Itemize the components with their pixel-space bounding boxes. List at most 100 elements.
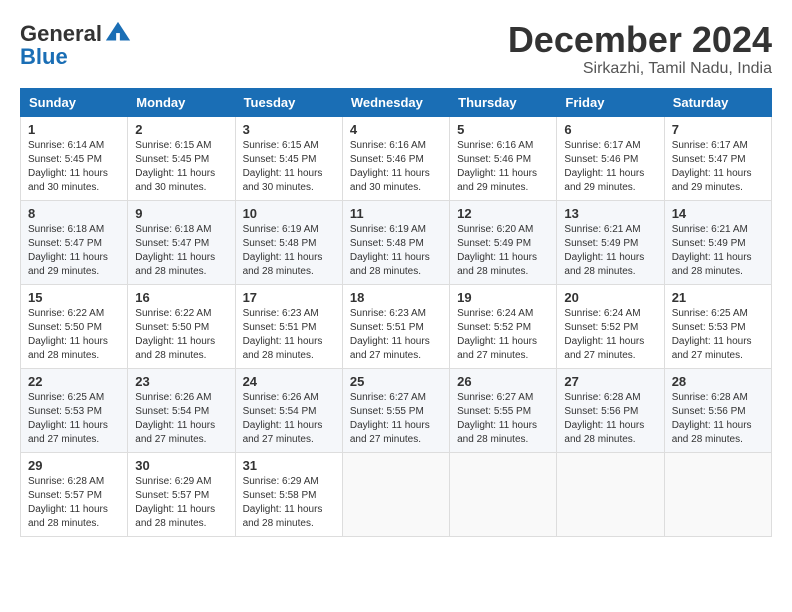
- day-number: 23: [135, 374, 227, 389]
- day-info: Sunrise: 6:19 AM Sunset: 5:48 PM Dayligh…: [243, 223, 335, 279]
- calendar-cell: 30 Sunrise: 6:29 AM Sunset: 5:57 PM Dayl…: [128, 452, 235, 536]
- day-info: Sunrise: 6:28 AM Sunset: 5:57 PM Dayligh…: [28, 475, 120, 531]
- day-number: 27: [564, 374, 656, 389]
- day-info: Sunrise: 6:18 AM Sunset: 5:47 PM Dayligh…: [135, 223, 227, 279]
- logo: General Blue: [20, 20, 132, 70]
- calendar-cell: [557, 452, 664, 536]
- calendar-cell: 2 Sunrise: 6:15 AM Sunset: 5:45 PM Dayli…: [128, 116, 235, 200]
- day-info: Sunrise: 6:17 AM Sunset: 5:46 PM Dayligh…: [564, 139, 656, 195]
- day-number: 5: [457, 122, 549, 137]
- day-info: Sunrise: 6:29 AM Sunset: 5:57 PM Dayligh…: [135, 475, 227, 531]
- calendar-cell: 29 Sunrise: 6:28 AM Sunset: 5:57 PM Dayl…: [21, 452, 128, 536]
- day-number: 6: [564, 122, 656, 137]
- column-header-friday: Friday: [557, 88, 664, 116]
- column-header-saturday: Saturday: [664, 88, 771, 116]
- calendar-cell: 6 Sunrise: 6:17 AM Sunset: 5:46 PM Dayli…: [557, 116, 664, 200]
- day-info: Sunrise: 6:20 AM Sunset: 5:49 PM Dayligh…: [457, 223, 549, 279]
- column-header-thursday: Thursday: [450, 88, 557, 116]
- day-number: 24: [243, 374, 335, 389]
- day-info: Sunrise: 6:21 AM Sunset: 5:49 PM Dayligh…: [564, 223, 656, 279]
- calendar-cell: 20 Sunrise: 6:24 AM Sunset: 5:52 PM Dayl…: [557, 284, 664, 368]
- day-number: 4: [350, 122, 442, 137]
- day-info: Sunrise: 6:29 AM Sunset: 5:58 PM Dayligh…: [243, 475, 335, 531]
- calendar-cell: [342, 452, 449, 536]
- day-number: 14: [672, 206, 764, 221]
- calendar-week-row: 29 Sunrise: 6:28 AM Sunset: 5:57 PM Dayl…: [21, 452, 772, 536]
- calendar-cell: 28 Sunrise: 6:28 AM Sunset: 5:56 PM Dayl…: [664, 368, 771, 452]
- column-header-tuesday: Tuesday: [235, 88, 342, 116]
- calendar-cell: [664, 452, 771, 536]
- day-number: 10: [243, 206, 335, 221]
- day-number: 15: [28, 290, 120, 305]
- day-number: 21: [672, 290, 764, 305]
- day-info: Sunrise: 6:24 AM Sunset: 5:52 PM Dayligh…: [457, 307, 549, 363]
- calendar-cell: 4 Sunrise: 6:16 AM Sunset: 5:46 PM Dayli…: [342, 116, 449, 200]
- day-number: 29: [28, 458, 120, 473]
- day-number: 20: [564, 290, 656, 305]
- calendar-cell: 22 Sunrise: 6:25 AM Sunset: 5:53 PM Dayl…: [21, 368, 128, 452]
- calendar-cell: 9 Sunrise: 6:18 AM Sunset: 5:47 PM Dayli…: [128, 200, 235, 284]
- day-info: Sunrise: 6:24 AM Sunset: 5:52 PM Dayligh…: [564, 307, 656, 363]
- calendar-cell: 13 Sunrise: 6:21 AM Sunset: 5:49 PM Dayl…: [557, 200, 664, 284]
- location-title: Sirkazhi, Tamil Nadu, India: [508, 60, 772, 78]
- day-number: 17: [243, 290, 335, 305]
- day-info: Sunrise: 6:25 AM Sunset: 5:53 PM Dayligh…: [28, 391, 120, 447]
- day-number: 16: [135, 290, 227, 305]
- day-info: Sunrise: 6:26 AM Sunset: 5:54 PM Dayligh…: [243, 391, 335, 447]
- day-info: Sunrise: 6:28 AM Sunset: 5:56 PM Dayligh…: [672, 391, 764, 447]
- calendar-cell: 11 Sunrise: 6:19 AM Sunset: 5:48 PM Dayl…: [342, 200, 449, 284]
- day-number: 13: [564, 206, 656, 221]
- day-info: Sunrise: 6:22 AM Sunset: 5:50 PM Dayligh…: [28, 307, 120, 363]
- calendar-week-row: 15 Sunrise: 6:22 AM Sunset: 5:50 PM Dayl…: [21, 284, 772, 368]
- calendar-cell: 27 Sunrise: 6:28 AM Sunset: 5:56 PM Dayl…: [557, 368, 664, 452]
- calendar-cell: 21 Sunrise: 6:25 AM Sunset: 5:53 PM Dayl…: [664, 284, 771, 368]
- column-header-monday: Monday: [128, 88, 235, 116]
- calendar-week-row: 22 Sunrise: 6:25 AM Sunset: 5:53 PM Dayl…: [21, 368, 772, 452]
- title-block: December 2024 Sirkazhi, Tamil Nadu, Indi…: [508, 20, 772, 78]
- calendar-cell: 19 Sunrise: 6:24 AM Sunset: 5:52 PM Dayl…: [450, 284, 557, 368]
- day-number: 31: [243, 458, 335, 473]
- calendar-cell: 26 Sunrise: 6:27 AM Sunset: 5:55 PM Dayl…: [450, 368, 557, 452]
- day-number: 9: [135, 206, 227, 221]
- day-info: Sunrise: 6:15 AM Sunset: 5:45 PM Dayligh…: [135, 139, 227, 195]
- day-info: Sunrise: 6:27 AM Sunset: 5:55 PM Dayligh…: [350, 391, 442, 447]
- day-number: 8: [28, 206, 120, 221]
- calendar-cell: 18 Sunrise: 6:23 AM Sunset: 5:51 PM Dayl…: [342, 284, 449, 368]
- calendar-header-row: SundayMondayTuesdayWednesdayThursdayFrid…: [21, 88, 772, 116]
- day-info: Sunrise: 6:16 AM Sunset: 5:46 PM Dayligh…: [457, 139, 549, 195]
- calendar-cell: 24 Sunrise: 6:26 AM Sunset: 5:54 PM Dayl…: [235, 368, 342, 452]
- day-number: 2: [135, 122, 227, 137]
- day-info: Sunrise: 6:23 AM Sunset: 5:51 PM Dayligh…: [350, 307, 442, 363]
- day-number: 28: [672, 374, 764, 389]
- day-info: Sunrise: 6:27 AM Sunset: 5:55 PM Dayligh…: [457, 391, 549, 447]
- day-info: Sunrise: 6:16 AM Sunset: 5:46 PM Dayligh…: [350, 139, 442, 195]
- month-title: December 2024: [508, 20, 772, 60]
- column-header-sunday: Sunday: [21, 88, 128, 116]
- calendar-cell: 17 Sunrise: 6:23 AM Sunset: 5:51 PM Dayl…: [235, 284, 342, 368]
- day-info: Sunrise: 6:25 AM Sunset: 5:53 PM Dayligh…: [672, 307, 764, 363]
- calendar-cell: 14 Sunrise: 6:21 AM Sunset: 5:49 PM Dayl…: [664, 200, 771, 284]
- logo-blue-text: Blue: [20, 44, 68, 70]
- calendar-cell: 3 Sunrise: 6:15 AM Sunset: 5:45 PM Dayli…: [235, 116, 342, 200]
- day-number: 1: [28, 122, 120, 137]
- day-number: 11: [350, 206, 442, 221]
- logo-icon: [104, 20, 132, 48]
- day-info: Sunrise: 6:28 AM Sunset: 5:56 PM Dayligh…: [564, 391, 656, 447]
- calendar-table: SundayMondayTuesdayWednesdayThursdayFrid…: [20, 88, 772, 537]
- calendar-week-row: 1 Sunrise: 6:14 AM Sunset: 5:45 PM Dayli…: [21, 116, 772, 200]
- calendar-cell: 25 Sunrise: 6:27 AM Sunset: 5:55 PM Dayl…: [342, 368, 449, 452]
- day-number: 22: [28, 374, 120, 389]
- day-info: Sunrise: 6:21 AM Sunset: 5:49 PM Dayligh…: [672, 223, 764, 279]
- calendar-cell: 16 Sunrise: 6:22 AM Sunset: 5:50 PM Dayl…: [128, 284, 235, 368]
- page-header: General Blue December 2024 Sirkazhi, Tam…: [20, 20, 772, 78]
- day-number: 25: [350, 374, 442, 389]
- calendar-cell: 15 Sunrise: 6:22 AM Sunset: 5:50 PM Dayl…: [21, 284, 128, 368]
- day-info: Sunrise: 6:18 AM Sunset: 5:47 PM Dayligh…: [28, 223, 120, 279]
- day-number: 7: [672, 122, 764, 137]
- day-number: 12: [457, 206, 549, 221]
- calendar-cell: 10 Sunrise: 6:19 AM Sunset: 5:48 PM Dayl…: [235, 200, 342, 284]
- day-info: Sunrise: 6:23 AM Sunset: 5:51 PM Dayligh…: [243, 307, 335, 363]
- calendar-cell: 5 Sunrise: 6:16 AM Sunset: 5:46 PM Dayli…: [450, 116, 557, 200]
- day-info: Sunrise: 6:26 AM Sunset: 5:54 PM Dayligh…: [135, 391, 227, 447]
- calendar-cell: 12 Sunrise: 6:20 AM Sunset: 5:49 PM Dayl…: [450, 200, 557, 284]
